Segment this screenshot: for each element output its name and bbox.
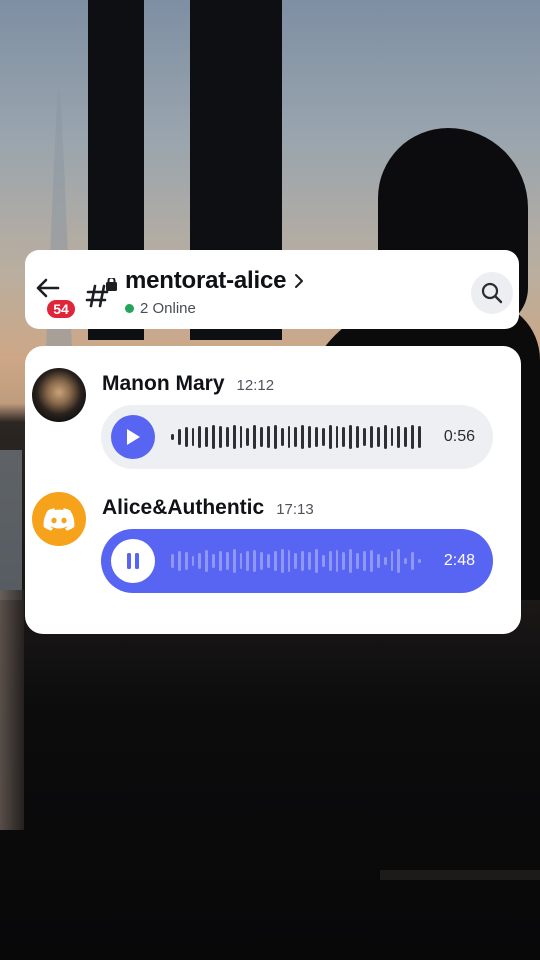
author-name[interactable]: Manon Mary (102, 372, 225, 396)
locked-channel-hash-icon (85, 278, 117, 308)
waveform[interactable] (171, 529, 421, 593)
channel-name[interactable]: mentorat-alice (125, 267, 304, 295)
online-dot-icon (125, 304, 134, 313)
message-header: Alice&Authentic 17:13 (102, 496, 314, 520)
arm-silhouette (0, 590, 24, 830)
building-silhouette (0, 450, 22, 600)
timestamp: 17:13 (276, 501, 314, 518)
discord-logo-icon (43, 508, 75, 531)
pause-icon (127, 553, 139, 569)
avatar[interactable] (32, 368, 86, 422)
search-icon (481, 282, 503, 304)
online-count: 2 Online (140, 300, 196, 317)
unread-badge: 54 (45, 298, 77, 320)
voice-duration: 2:48 (443, 552, 475, 569)
room-floor (0, 600, 540, 960)
message-list: Manon Mary 12:12 0:56 Alice&Authentic 17… (25, 346, 521, 634)
online-status: 2 Online (125, 300, 196, 317)
message-header: Manon Mary 12:12 (102, 372, 274, 396)
play-button[interactable] (111, 415, 155, 459)
pause-button[interactable] (111, 539, 155, 583)
chevron-right-icon (295, 274, 304, 288)
window-ledge (380, 870, 540, 880)
voice-message[interactable]: 2:48 (101, 529, 493, 593)
channel-name-text: mentorat-alice (125, 267, 287, 294)
voice-message[interactable]: 0:56 (101, 405, 493, 469)
voice-duration: 0:56 (443, 428, 475, 445)
play-icon (127, 429, 140, 445)
timestamp: 12:12 (236, 377, 275, 394)
avatar[interactable] (32, 492, 86, 546)
channel-header: 54 mentorat-alice 2 Online (25, 250, 519, 329)
author-name[interactable]: Alice&Authentic (102, 496, 264, 520)
arrow-left-icon (36, 278, 60, 298)
search-button[interactable] (471, 272, 513, 314)
waveform[interactable] (171, 405, 421, 469)
